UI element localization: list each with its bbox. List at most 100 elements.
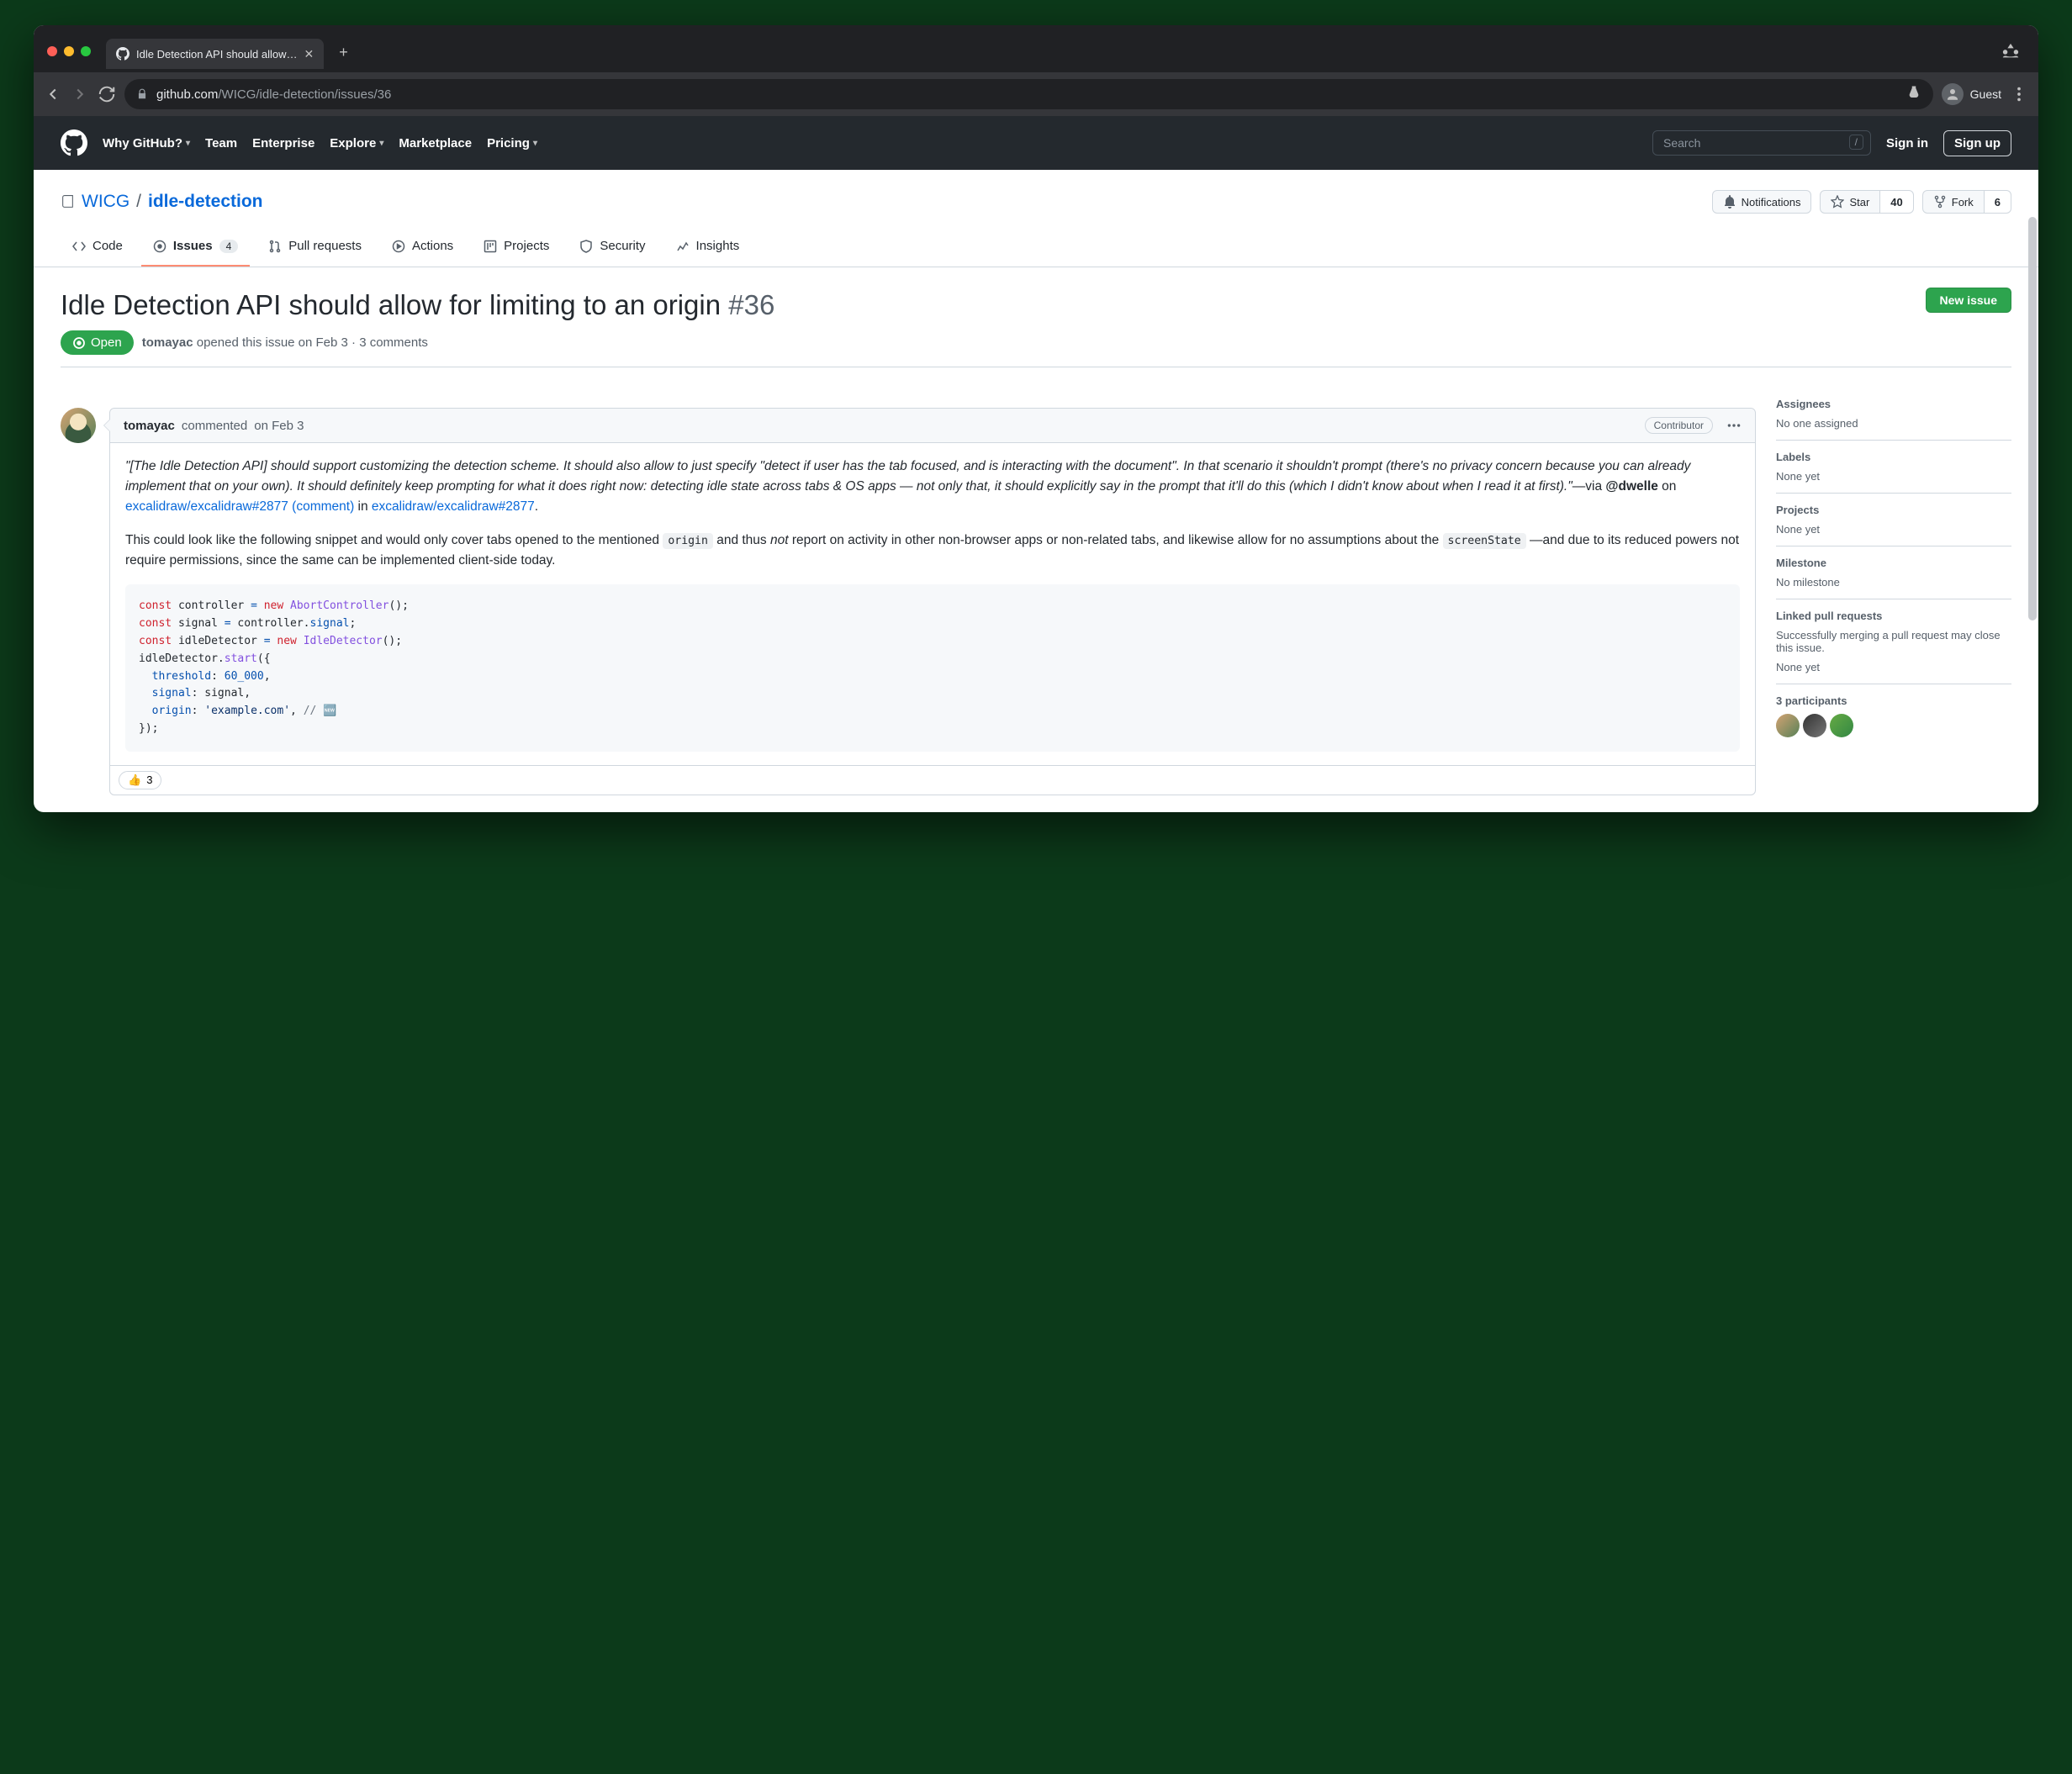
sidebar-participants: 3 participants xyxy=(1776,684,2011,747)
issue-title-row: Idle Detection API should allow for limi… xyxy=(61,288,2011,322)
nav-explore[interactable]: Explore▾ xyxy=(330,136,383,150)
browser-menu-button[interactable] xyxy=(2010,85,2028,103)
sidebar-assignees[interactable]: Assignees No one assigned xyxy=(1776,388,2011,441)
star-button[interactable]: Star xyxy=(1820,190,1880,214)
issue-byline: tomayac opened this issue on Feb 3 · 3 c… xyxy=(142,335,428,350)
signin-link[interactable]: Sign in xyxy=(1886,136,1928,150)
tab-insights[interactable]: Insights xyxy=(664,230,752,267)
github-nav: Why GitHub?▾ Team Enterprise Explore▾ Ma… xyxy=(103,136,537,150)
comment-verb: commented xyxy=(182,419,247,433)
reload-button[interactable] xyxy=(98,85,116,103)
nav-enterprise[interactable]: Enterprise xyxy=(252,136,314,150)
participant-avatar[interactable] xyxy=(1803,714,1826,737)
close-window-button[interactable] xyxy=(47,46,57,56)
sidebar-projects[interactable]: Projects None yet xyxy=(1776,494,2011,546)
comment-box: tomayac commented on Feb 3 Contributor "… xyxy=(109,408,1756,795)
repo-name-link[interactable]: idle-detection xyxy=(148,192,263,212)
comment-author[interactable]: tomayac xyxy=(124,419,175,433)
tab-pull-requests[interactable]: Pull requests xyxy=(256,230,373,267)
nav-why-github[interactable]: Why GitHub?▾ xyxy=(103,136,190,150)
tab-title: Idle Detection API should allow… xyxy=(136,48,298,61)
forward-button[interactable] xyxy=(71,85,89,103)
repo-breadcrumb: WICG / idle-detection xyxy=(61,192,263,212)
tab-projects[interactable]: Projects xyxy=(472,230,561,267)
url-text: github.com/WICG/idle-detection/issues/36 xyxy=(156,87,1898,102)
code-block: const controller = new AbortController()… xyxy=(125,584,1740,751)
reaction-thumbs-up[interactable]: 👍 3 xyxy=(119,771,161,789)
browser-tab[interactable]: Idle Detection API should allow… ✕ xyxy=(106,39,324,69)
sidebar-linked-prs[interactable]: Linked pull requests Successfully mergin… xyxy=(1776,599,2011,684)
comment-quote: "[The Idle Detection API] should support… xyxy=(125,459,1690,494)
labs-icon[interactable] xyxy=(1906,85,1921,103)
browser-toolbar: github.com/WICG/idle-detection/issues/36… xyxy=(34,72,2038,116)
nav-marketplace[interactable]: Marketplace xyxy=(399,136,472,150)
reactions-bar: 👍 3 xyxy=(110,765,1755,795)
fork-count[interactable]: 6 xyxy=(1985,190,2011,214)
notifications-button[interactable]: Notifications xyxy=(1712,190,1812,214)
issue-open-icon xyxy=(72,336,86,350)
repo-nav: Code Issues4 Pull requests Actions Proje… xyxy=(34,230,2038,267)
minimize-window-button[interactable] xyxy=(64,46,74,56)
participant-avatar[interactable] xyxy=(1830,714,1853,737)
repo-icon xyxy=(61,195,75,209)
tab-actions[interactable]: Actions xyxy=(380,230,465,267)
new-issue-button[interactable]: New issue xyxy=(1926,288,2011,313)
participant-avatar[interactable] xyxy=(1776,714,1800,737)
search-placeholder: Search xyxy=(1663,136,1700,150)
sidebar-milestone[interactable]: Milestone No milestone xyxy=(1776,546,2011,599)
chevron-down-icon: ▾ xyxy=(186,139,190,148)
project-icon xyxy=(484,240,497,253)
issue-title: Idle Detection API should allow for limi… xyxy=(61,288,774,322)
comment-body: "[The Idle Detection API] should support… xyxy=(110,443,1755,764)
issue-number: #36 xyxy=(728,289,774,320)
new-tab-button[interactable]: + xyxy=(332,40,355,65)
back-button[interactable] xyxy=(44,85,62,103)
issue-icon xyxy=(153,240,166,253)
github-logo-icon[interactable] xyxy=(61,129,87,156)
close-tab-button[interactable]: ✕ xyxy=(304,47,314,61)
maximize-window-button[interactable] xyxy=(81,46,91,56)
scrollbar-thumb[interactable] xyxy=(2028,217,2037,620)
sidebar-labels[interactable]: Labels None yet xyxy=(1776,441,2011,494)
comment-date[interactable]: on Feb 3 xyxy=(254,419,304,433)
comment-menu-button[interactable] xyxy=(1726,418,1742,433)
chevron-down-icon: ▾ xyxy=(379,139,383,148)
comment-timeline-item: tomayac commented on Feb 3 Contributor "… xyxy=(61,408,1756,795)
comment-header: tomayac commented on Feb 3 Contributor xyxy=(110,409,1755,443)
star-icon xyxy=(1831,195,1844,209)
issue-link-2[interactable]: excalidraw/excalidraw#2877 xyxy=(372,499,535,514)
lock-icon xyxy=(136,88,148,100)
issue-link-1[interactable]: excalidraw/excalidraw#2877 (comment) xyxy=(125,499,354,514)
signup-button[interactable]: Sign up xyxy=(1943,130,2011,156)
breadcrumb-separator: / xyxy=(136,192,141,212)
favicon-github-icon xyxy=(116,47,130,61)
reaction-count: 3 xyxy=(146,773,152,786)
graph-icon xyxy=(676,240,690,253)
guest-avatar-icon xyxy=(1942,83,1964,105)
repo-header: WICG / idle-detection Notifications Star… xyxy=(34,170,2038,214)
repo-actions: Notifications Star 40 Fork 6 xyxy=(1712,190,2011,214)
tab-issues[interactable]: Issues4 xyxy=(141,230,250,267)
code-icon xyxy=(72,240,86,253)
inline-code-screenstate: screenState xyxy=(1443,533,1526,549)
mention-link[interactable]: @dwelle xyxy=(1605,479,1658,494)
thumbs-up-icon: 👍 xyxy=(128,773,141,787)
nav-team[interactable]: Team xyxy=(205,136,237,150)
github-header: Why GitHub?▾ Team Enterprise Explore▾ Ma… xyxy=(34,116,2038,170)
author-avatar[interactable] xyxy=(61,408,96,443)
repo-owner-link[interactable]: WICG xyxy=(82,192,130,212)
chevron-down-icon: ▾ xyxy=(533,139,537,148)
incognito-icon xyxy=(2001,42,2020,61)
tab-security[interactable]: Security xyxy=(568,230,657,267)
github-search-input[interactable]: Search / xyxy=(1652,130,1871,156)
fork-button[interactable]: Fork xyxy=(1922,190,1985,214)
tab-code[interactable]: Code xyxy=(61,230,135,267)
guest-label: Guest xyxy=(1970,87,2001,101)
star-count[interactable]: 40 xyxy=(1880,190,1913,214)
profile-button[interactable]: Guest xyxy=(1942,83,2001,105)
address-bar[interactable]: github.com/WICG/idle-detection/issues/36 xyxy=(124,79,1933,109)
issues-count-badge: 4 xyxy=(219,240,239,253)
inline-code-origin: origin xyxy=(663,533,713,549)
nav-pricing[interactable]: Pricing▾ xyxy=(487,136,537,150)
browser-tabbar: Idle Detection API should allow… ✕ + xyxy=(34,25,2038,72)
